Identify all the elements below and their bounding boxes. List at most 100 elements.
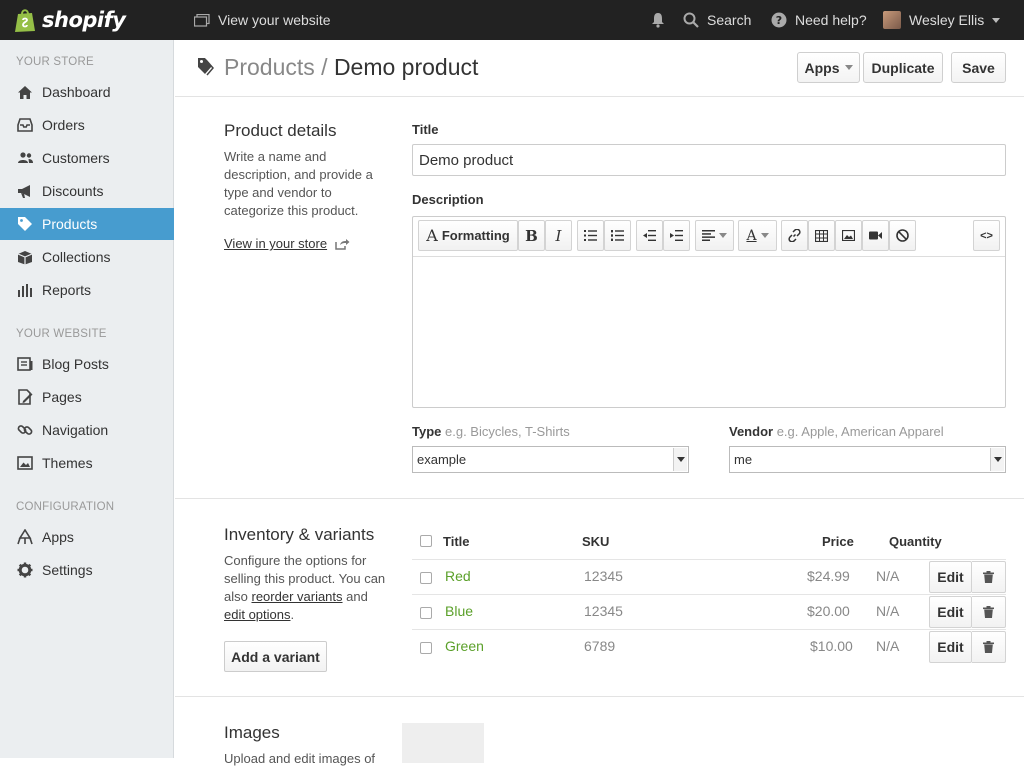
row-checkbox[interactable] xyxy=(420,572,432,584)
clear-formatting-button[interactable] xyxy=(889,220,916,251)
link-icon xyxy=(788,229,801,242)
sidebar-item-label: Products xyxy=(42,216,98,232)
box-icon xyxy=(16,248,34,266)
indent-icon xyxy=(670,230,683,241)
breadcrumb-products-link[interactable]: Products xyxy=(224,54,315,80)
edit-options-link[interactable]: edit options xyxy=(224,607,291,622)
question-circle-icon: ? xyxy=(771,12,787,28)
variant-title-link[interactable]: Red xyxy=(445,568,471,584)
video-camera-icon xyxy=(869,231,882,240)
breadcrumb: Products / Demo product xyxy=(224,54,478,81)
sidebar-item-pages[interactable]: Pages xyxy=(0,381,174,413)
add-variant-button[interactable]: Add a variant xyxy=(224,641,327,672)
html-source-button[interactable]: <> xyxy=(973,220,1000,251)
bulleted-list-button[interactable] xyxy=(577,220,604,251)
delete-variant-button[interactable] xyxy=(972,596,1006,628)
avatar xyxy=(883,11,901,29)
bold-button[interactable]: B xyxy=(518,220,545,251)
sidebar-item-orders[interactable]: Orders xyxy=(0,109,174,141)
image-icon xyxy=(16,454,34,472)
help-button[interactable]: ? Need help? xyxy=(771,0,867,40)
indent-button[interactable] xyxy=(663,220,690,251)
image-icon xyxy=(842,230,855,241)
shopify-logo[interactable]: shopify xyxy=(14,6,126,34)
numbered-list-button[interactable] xyxy=(604,220,631,251)
delete-variant-button[interactable] xyxy=(972,631,1006,663)
window-icon xyxy=(194,13,210,27)
tag-icon xyxy=(198,58,214,76)
outdent-button[interactable] xyxy=(636,220,663,251)
chevron-down-icon xyxy=(760,233,769,238)
formatting-label: Formatting xyxy=(441,228,510,243)
page-title: Demo product xyxy=(333,54,479,80)
sidebar-item-apps[interactable]: Apps xyxy=(0,521,174,553)
align-dropdown[interactable] xyxy=(695,220,734,251)
edit-variant-button[interactable]: Edit xyxy=(929,596,972,628)
inventory-desc-end: . xyxy=(290,607,295,622)
variant-sku: 6789 xyxy=(584,638,616,654)
sidebar-item-label: Customers xyxy=(42,150,110,166)
save-button[interactable]: Save xyxy=(951,52,1006,83)
insert-video-button[interactable] xyxy=(862,220,889,251)
row-checkbox[interactable] xyxy=(420,642,432,654)
chevron-down-icon xyxy=(990,448,1004,471)
select-all-checkbox[interactable] xyxy=(420,535,432,547)
trash-icon xyxy=(983,641,994,653)
duplicate-button[interactable]: Duplicate xyxy=(863,52,943,83)
sidebar-item-customers[interactable]: Customers xyxy=(0,142,174,174)
variant-quantity: N/A xyxy=(876,568,900,584)
bulleted-list-icon xyxy=(584,230,597,241)
column-quantity: Quantity xyxy=(889,534,942,549)
sidebar-item-reports[interactable]: Reports xyxy=(0,274,174,306)
insert-link-button[interactable] xyxy=(781,220,808,251)
sidebar-item-navigation[interactable]: Navigation xyxy=(0,414,174,446)
sidebar-item-settings[interactable]: Settings xyxy=(0,554,174,586)
outdent-icon xyxy=(643,230,656,241)
product-details-heading: Product details xyxy=(224,121,337,140)
edit-variant-button[interactable]: Edit xyxy=(929,631,972,663)
search-button[interactable]: Search xyxy=(683,0,751,40)
vendor-select[interactable]: me xyxy=(729,446,1006,473)
sidebar-item-blog-posts[interactable]: Blog Posts xyxy=(0,348,174,380)
section-divider xyxy=(175,696,1024,697)
sidebar-item-themes[interactable]: Themes xyxy=(0,447,174,479)
description-textarea[interactable] xyxy=(413,258,1005,407)
row-checkbox[interactable] xyxy=(420,607,432,619)
view-website-link[interactable]: View your website xyxy=(194,0,331,40)
reorder-variants-link[interactable]: reorder variants xyxy=(251,589,342,604)
apps-dropdown-button[interactable]: Apps xyxy=(797,52,860,83)
search-icon xyxy=(683,12,699,28)
svg-text:?: ? xyxy=(776,14,782,27)
insert-table-button[interactable] xyxy=(808,220,835,251)
type-select[interactable]: example xyxy=(412,446,689,473)
view-in-store-link[interactable]: View in your store xyxy=(224,236,350,251)
help-label: Need help? xyxy=(795,12,867,28)
view-in-store-label: View in your store xyxy=(224,236,328,251)
image-upload-area[interactable] xyxy=(402,723,484,763)
text-color-dropdown[interactable]: A xyxy=(738,220,777,251)
variant-title-link[interactable]: Blue xyxy=(445,603,473,619)
notifications-button[interactable] xyxy=(650,0,674,40)
formatting-dropdown[interactable]: A Formatting xyxy=(418,220,518,251)
vendor-value: me xyxy=(734,452,753,467)
external-link-icon xyxy=(335,238,350,250)
title-label: Title xyxy=(412,122,439,137)
insert-image-button[interactable] xyxy=(835,220,862,251)
edit-variant-button[interactable]: Edit xyxy=(929,561,972,593)
title-input[interactable]: Demo product xyxy=(412,144,1006,176)
home-icon xyxy=(16,83,34,101)
delete-variant-button[interactable] xyxy=(972,561,1006,593)
italic-button[interactable]: I xyxy=(545,220,572,251)
sidebar-item-collections[interactable]: Collections xyxy=(0,241,174,273)
trash-icon xyxy=(983,571,994,583)
sidebar-item-discounts[interactable]: Discounts xyxy=(0,175,174,207)
sidebar-item-label: Orders xyxy=(42,117,85,133)
sidebar-item-products[interactable]: Products xyxy=(0,208,174,240)
type-value: example xyxy=(417,452,467,467)
section-your-store: YOUR STORE xyxy=(16,56,94,68)
variant-title-link[interactable]: Green xyxy=(445,638,484,654)
sidebar-item-dashboard[interactable]: Dashboard xyxy=(0,76,174,108)
numbered-list-icon xyxy=(611,230,624,241)
user-menu[interactable]: Wesley Ellis xyxy=(883,0,1001,40)
editor-toolbar: A Formatting B I A <> xyxy=(413,217,1005,257)
